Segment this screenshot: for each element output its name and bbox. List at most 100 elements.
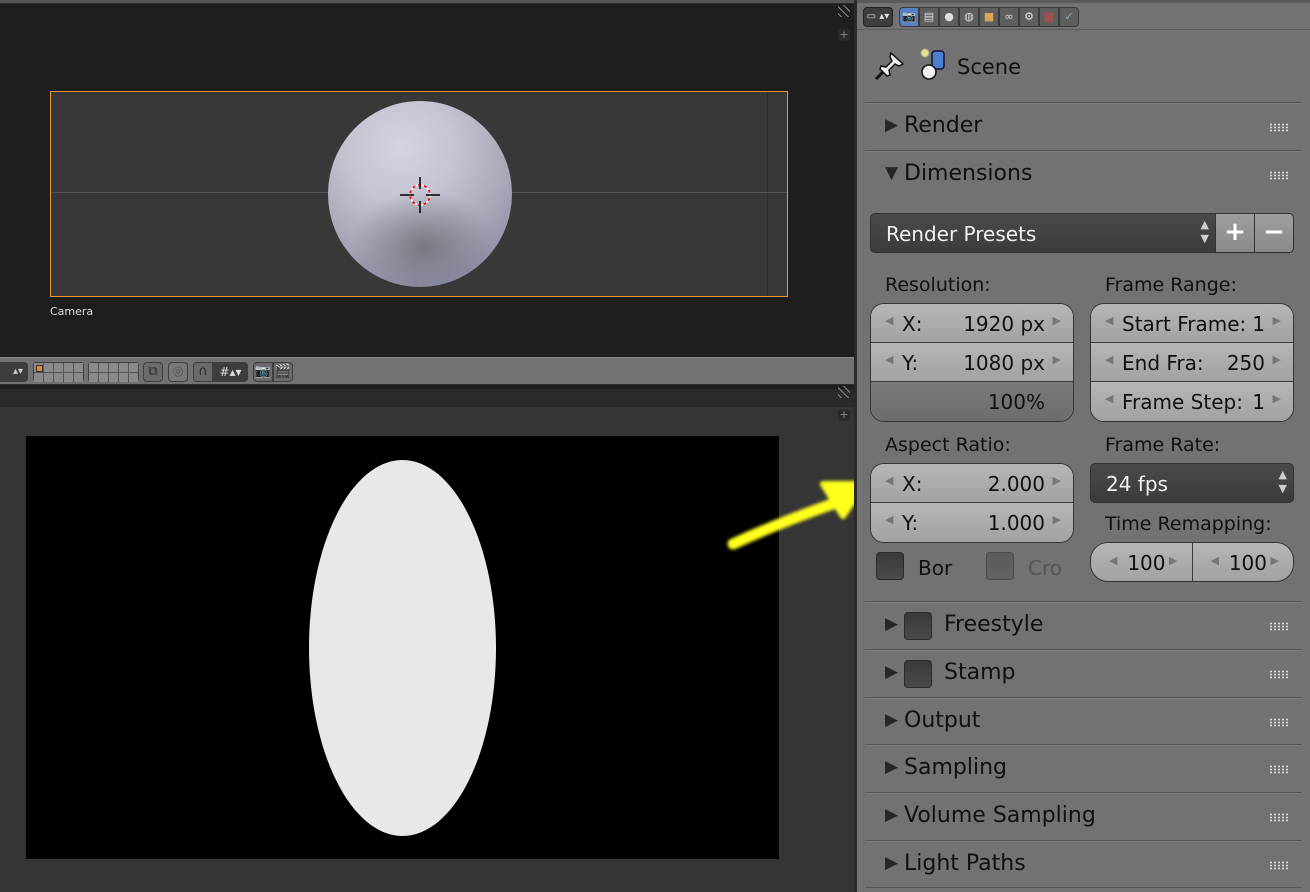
layer-button[interactable] xyxy=(129,373,138,382)
aspect-y-field[interactable]: ◀ Y: 1.000 ▶ xyxy=(871,503,1073,542)
tab-constraints[interactable]: ∞ xyxy=(999,7,1019,27)
layer-button[interactable] xyxy=(64,363,73,372)
tab-particles[interactable]: ✓ xyxy=(1059,7,1079,27)
freestyle-enable-checkbox[interactable] xyxy=(904,612,932,640)
image-editor[interactable]: + xyxy=(0,386,854,892)
panel-freestyle-header[interactable]: ▶ Freestyle xyxy=(865,601,1302,648)
drag-handle-icon[interactable] xyxy=(1269,718,1288,727)
layer-button[interactable] xyxy=(54,373,63,382)
3d-viewport[interactable]: + Camera xyxy=(0,0,854,357)
drag-handle-icon[interactable] xyxy=(1269,813,1288,822)
layer-button[interactable] xyxy=(109,363,118,372)
decrement-arrow-icon[interactable]: ◀ xyxy=(885,474,893,487)
layer-button[interactable] xyxy=(74,373,83,382)
layer-button[interactable] xyxy=(99,363,108,372)
pin-icon[interactable] xyxy=(873,50,907,82)
decrement-arrow-icon[interactable]: ◀ xyxy=(885,314,893,327)
panel-dimensions-header[interactable]: ▼ Dimensions xyxy=(865,150,1302,197)
aspect-x-field[interactable]: ◀ X: 2.000 ▶ xyxy=(871,464,1073,503)
scene-layers-group-1[interactable] xyxy=(33,362,84,382)
decrement-arrow-icon[interactable]: ◀ xyxy=(885,513,893,526)
increment-arrow-icon[interactable]: ▶ xyxy=(1053,314,1061,327)
increment-arrow-icon[interactable]: ▶ xyxy=(1273,392,1281,405)
layer-button[interactable] xyxy=(44,363,53,372)
decrement-arrow-icon[interactable]: ◀ xyxy=(1105,314,1113,327)
toolshelf-expand-button[interactable]: + xyxy=(838,409,850,421)
remove-preset-button[interactable]: − xyxy=(1254,213,1294,253)
add-preset-button[interactable]: + xyxy=(1215,213,1255,253)
layer-button[interactable] xyxy=(64,373,73,382)
tab-texture[interactable]: ▦ xyxy=(1039,7,1059,27)
decrement-arrow-icon[interactable]: ◀ xyxy=(1105,353,1113,366)
increment-arrow-icon[interactable]: ▶ xyxy=(1169,554,1177,567)
drag-handle-icon[interactable] xyxy=(1269,670,1288,679)
scene-name[interactable]: Scene xyxy=(957,55,1021,79)
layer-button[interactable] xyxy=(54,363,63,372)
drag-handle-icon[interactable] xyxy=(1269,123,1288,132)
increment-arrow-icon[interactable]: ▶ xyxy=(1273,314,1281,327)
drag-handle-icon[interactable] xyxy=(1269,765,1288,774)
snap-toggle-button[interactable]: ∩ xyxy=(193,362,213,382)
time-remap-old-field[interactable]: ◀ 100 ▶ xyxy=(1091,543,1192,581)
increment-arrow-icon[interactable]: ▶ xyxy=(1273,353,1281,366)
tab-world[interactable]: ◍ xyxy=(959,7,979,27)
panel-sampling-header[interactable]: ▶ Sampling xyxy=(865,744,1302,791)
layer-button[interactable] xyxy=(129,363,138,372)
layer-button[interactable] xyxy=(34,373,43,382)
panel-volume-sampling-header[interactable]: ▶ Volume Sampling xyxy=(865,792,1302,839)
proportional-edit-button[interactable]: ◎ xyxy=(168,362,188,382)
render-presets-dropdown[interactable]: Render Presets ▲ ▼ xyxy=(870,213,1216,253)
layer-button[interactable] xyxy=(44,373,53,382)
crop-checkbox[interactable] xyxy=(986,552,1014,580)
scene-layers-group-2[interactable] xyxy=(88,362,139,382)
snap-element-dropdown[interactable]: #▴▾ xyxy=(213,362,248,382)
layer-button[interactable] xyxy=(89,363,98,372)
decrement-arrow-icon[interactable]: ◀ xyxy=(1105,392,1113,405)
layer-button[interactable] xyxy=(119,373,128,382)
time-remap-new-field[interactable]: ◀ 100 ▶ xyxy=(1191,543,1293,581)
layer-button[interactable] xyxy=(34,363,43,372)
decrement-arrow-icon[interactable]: ◀ xyxy=(1109,554,1117,567)
increment-arrow-icon[interactable]: ▶ xyxy=(1053,513,1061,526)
border-checkbox[interactable] xyxy=(876,552,904,580)
increment-arrow-icon[interactable]: ▶ xyxy=(1053,474,1061,487)
layer-lock-button[interactable]: ⧉ xyxy=(143,362,163,382)
area-split-handle[interactable] xyxy=(838,5,850,17)
tab-render-layers[interactable]: ▤ xyxy=(919,7,939,27)
layer-button[interactable] xyxy=(109,373,118,382)
start-frame-field[interactable]: ◀ Start Frame: 1 ▶ xyxy=(1091,304,1293,343)
tab-scene[interactable]: ● xyxy=(939,7,959,27)
frame-step-field[interactable]: ◀ Frame Step: 1 ▶ xyxy=(1091,382,1293,421)
decrement-arrow-icon[interactable]: ◀ xyxy=(1211,554,1219,567)
tab-object[interactable]: ■ xyxy=(979,7,999,27)
layer-button[interactable] xyxy=(74,363,83,372)
layer-button[interactable] xyxy=(99,373,108,382)
drag-handle-icon[interactable] xyxy=(1269,861,1288,870)
drag-handle-icon[interactable] xyxy=(1269,171,1288,180)
decrement-arrow-icon[interactable]: ◀ xyxy=(885,353,893,366)
tab-render[interactable]: 📷 xyxy=(899,7,919,27)
panel-render-header[interactable]: ▶ Render xyxy=(865,102,1302,149)
tab-modifiers[interactable]: ⚙ xyxy=(1019,7,1039,27)
frame-rate-dropdown[interactable]: 24 fps ▲ ▼ xyxy=(1090,463,1294,503)
opengl-render-animation-button[interactable]: 🎬 xyxy=(273,362,293,382)
drag-handle-icon[interactable] xyxy=(1269,622,1288,631)
panel-output-header[interactable]: ▶ Output xyxy=(865,697,1302,744)
panel-stamp-header[interactable]: ▶ Stamp xyxy=(865,649,1302,696)
editor-type-dropdown[interactable]: ▭ ▴▾ xyxy=(863,7,893,27)
area-split-handle[interactable] xyxy=(838,386,850,398)
increment-arrow-icon[interactable]: ▶ xyxy=(1271,554,1279,567)
layer-button[interactable] xyxy=(89,373,98,382)
layer-button[interactable] xyxy=(119,363,128,372)
view-mode-dropdown[interactable]: ▴▾ xyxy=(0,362,28,382)
toolshelf-expand-button[interactable]: + xyxy=(838,29,850,41)
stamp-enable-checkbox[interactable] xyxy=(904,660,932,688)
increment-arrow-icon[interactable]: ▶ xyxy=(1053,353,1061,366)
3d-cursor-icon[interactable] xyxy=(400,175,440,215)
resolution-percentage-slider[interactable]: 100% xyxy=(871,382,1073,421)
end-frame-field[interactable]: ◀ End Fra: 250 ▶ xyxy=(1091,343,1293,382)
resolution-y-field[interactable]: ◀ Y: 1080 px ▶ xyxy=(871,343,1073,382)
panel-light-paths-header[interactable]: ▶ Light Paths xyxy=(865,840,1302,887)
opengl-render-button[interactable]: 📷 xyxy=(253,362,273,382)
resolution-x-field[interactable]: ◀ X: 1920 px ▶ xyxy=(871,304,1073,343)
